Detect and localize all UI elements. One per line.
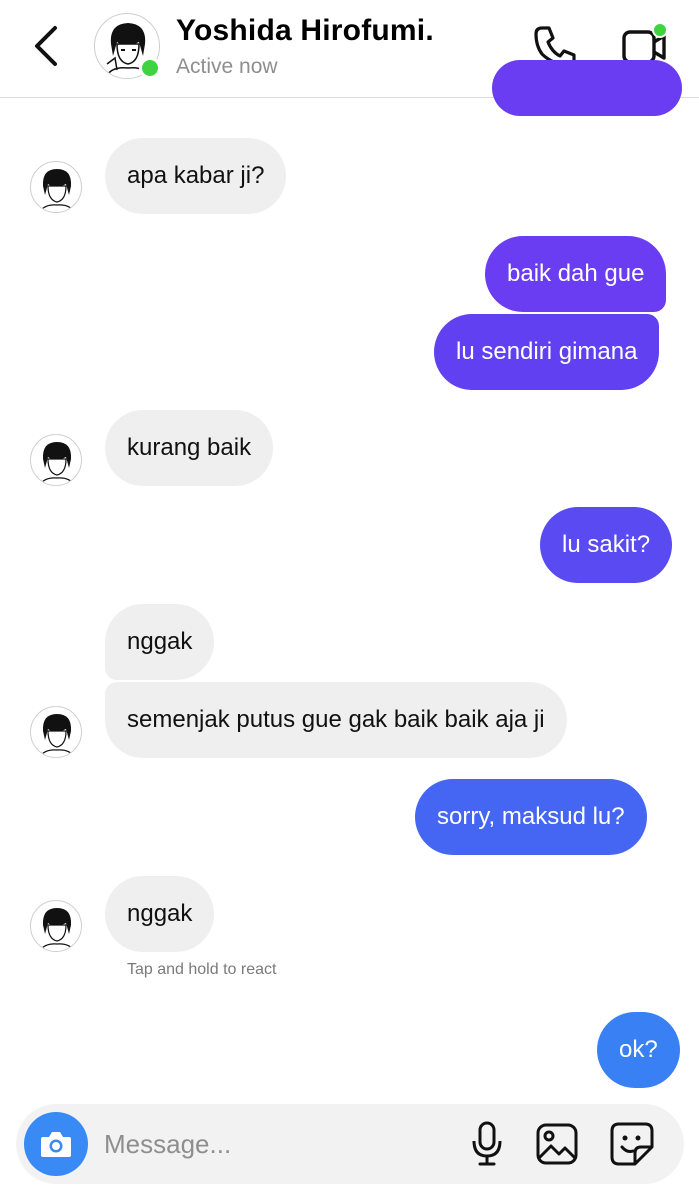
- incoming-message-bubble[interactable]: kurang baik: [105, 410, 274, 486]
- react-hint: Tap and hold to react: [127, 961, 277, 978]
- avatar[interactable]: [30, 434, 82, 486]
- avatar[interactable]: [30, 161, 82, 213]
- outgoing-message-bubble[interactable]: baik dah gue: [485, 236, 667, 312]
- incoming-message-bubble[interactable]: nggak: [105, 876, 215, 952]
- contact-name[interactable]: Yoshida Hirofumi.: [176, 14, 434, 48]
- outgoing-message-bubble[interactable]: lu sendiri gimana: [434, 314, 660, 390]
- avatar[interactable]: [30, 900, 82, 952]
- outgoing-message-bubble[interactable]: lu sakit?: [540, 507, 673, 583]
- incoming-message-bubble[interactable]: semenjak putus gue gak baik baik aja ji: [105, 682, 567, 758]
- camera-button[interactable]: [24, 1112, 88, 1176]
- outgoing-message-bubble-partial[interactable]: [492, 60, 682, 116]
- gallery-button[interactable]: [534, 1120, 580, 1168]
- voice-message-button[interactable]: [466, 1120, 508, 1168]
- incoming-message-bubble[interactable]: apa kabar ji?: [105, 138, 287, 214]
- chevron-left-icon: [35, 26, 57, 66]
- microphone-icon: [472, 1121, 502, 1166]
- back-button[interactable]: [26, 22, 66, 70]
- sticker-icon: [610, 1122, 654, 1166]
- outgoing-message-bubble[interactable]: sorry, maksud lu?: [415, 779, 647, 855]
- active-status: Active now: [176, 55, 278, 78]
- message-input[interactable]: [104, 1122, 434, 1166]
- sticker-button[interactable]: [608, 1120, 656, 1168]
- incoming-message-bubble[interactable]: nggak: [105, 604, 215, 680]
- online-indicator: [139, 57, 161, 79]
- outgoing-message-bubble[interactable]: ok?: [597, 1012, 680, 1088]
- avatar[interactable]: [30, 706, 82, 758]
- camera-icon: [41, 1132, 71, 1157]
- image-icon: [536, 1123, 578, 1165]
